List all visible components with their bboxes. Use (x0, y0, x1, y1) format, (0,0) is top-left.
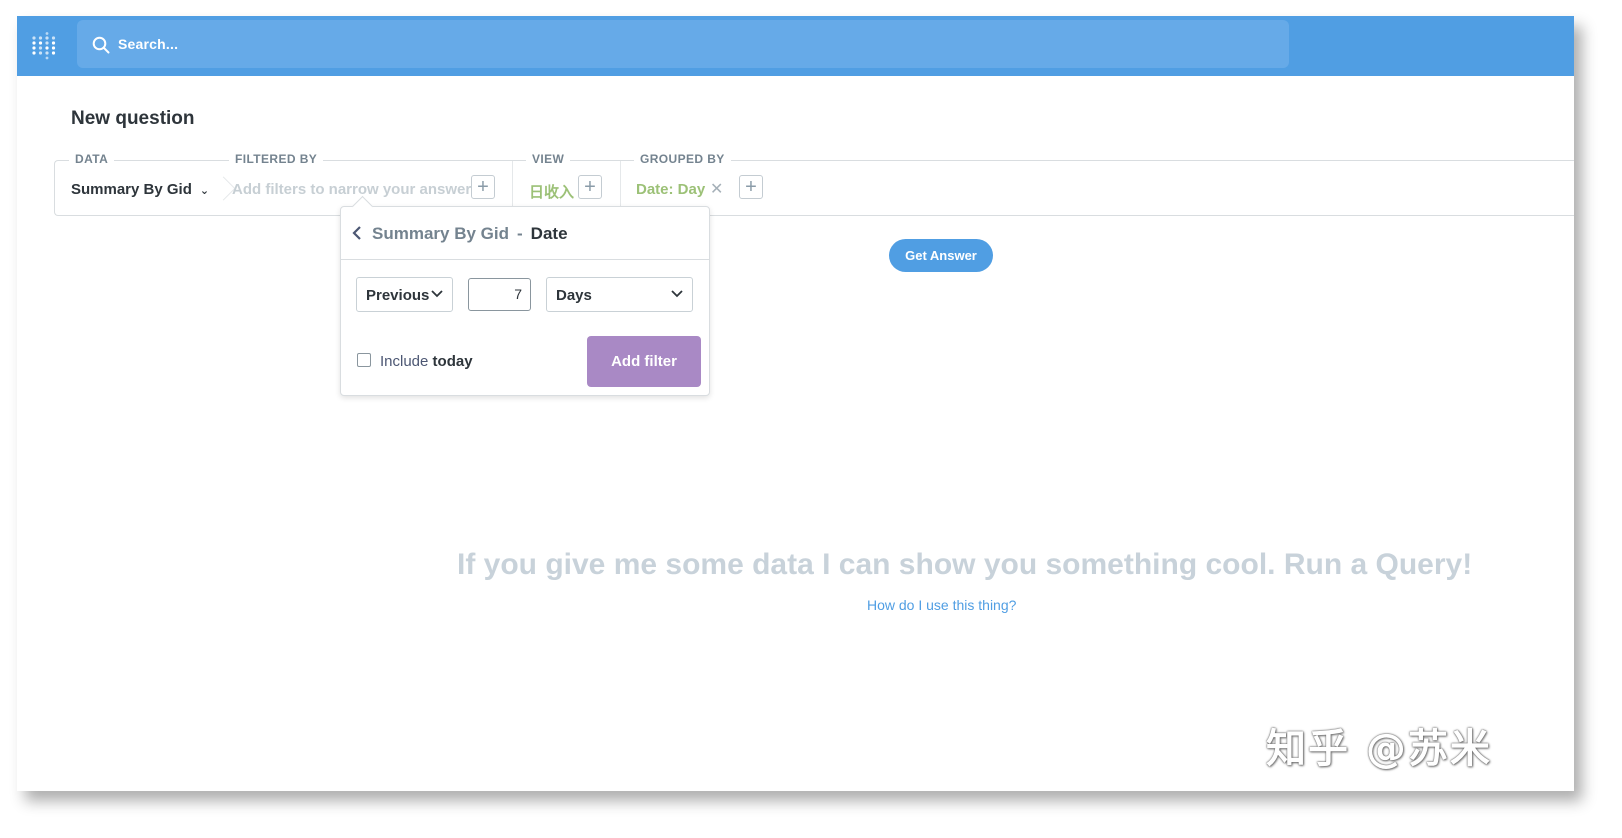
grouped-by-label: GROUPED BY (634, 152, 731, 166)
include-today-checkbox[interactable] (357, 353, 371, 367)
unit-select[interactable]: Days (546, 277, 693, 312)
popover-header: Summary By Gid - Date (341, 207, 709, 260)
page-title: New question (71, 108, 195, 129)
chevron-down-icon (671, 290, 683, 298)
view-value[interactable]: 日收入 (529, 181, 574, 202)
empty-state-message: If you give me some data I can show you … (457, 548, 1473, 581)
popover-separator: - (517, 224, 523, 243)
get-answer-button[interactable]: Get Answer (889, 239, 993, 272)
add-filter-plus-button[interactable]: + (471, 175, 495, 199)
popover-title: Summary By Gid - Date (372, 224, 568, 244)
group-by-value[interactable]: Date: Day (636, 181, 705, 198)
popover-table-name[interactable]: Summary By Gid (372, 224, 509, 243)
watermark-text: 知乎 @苏米 (1266, 726, 1492, 772)
view-label: VIEW (526, 152, 571, 166)
operator-value: Previous (366, 287, 430, 304)
include-today-label[interactable]: Include today (380, 353, 473, 370)
add-filter-button[interactable]: Add filter (587, 336, 701, 387)
data-source-label: Summary By Gid (71, 181, 192, 198)
add-grouping-plus-button[interactable]: + (739, 175, 763, 199)
data-label: DATA (69, 152, 115, 166)
metabase-logo-icon[interactable] (31, 32, 59, 60)
help-link[interactable]: How do I use this thing? (867, 597, 1016, 613)
top-navbar: Search... (17, 16, 1574, 76)
data-section: DATA Summary By Gid ⌄ (55, 152, 216, 215)
filter-label: FILTERED BY (229, 152, 324, 166)
query-builder: DATA Summary By Gid ⌄ FILTERED BY Add fil… (54, 152, 1574, 216)
include-today-bold: today (432, 353, 473, 370)
include-prefix: Include (380, 353, 429, 370)
search-icon (92, 36, 110, 54)
chevron-down-icon: ⌄ (199, 185, 210, 197)
popover-field-name: Date (530, 224, 568, 243)
unit-value: Days (556, 287, 592, 304)
search-bar[interactable]: Search... (77, 20, 1289, 68)
add-view-plus-button[interactable]: + (578, 175, 602, 199)
app-window: Search... New question DATA Summary By G… (17, 16, 1574, 791)
amount-input[interactable]: 7 (468, 278, 531, 311)
search-input[interactable]: Search... (118, 36, 178, 52)
date-filter-popover: Summary By Gid - Date Previous 7 Days Incl… (340, 195, 710, 396)
chevron-down-icon (431, 290, 443, 298)
filter-placeholder[interactable]: Add filters to narrow your answer (232, 181, 471, 198)
chevron-left-icon[interactable] (351, 226, 363, 240)
operator-select[interactable]: Previous (356, 277, 453, 312)
remove-group-close-icon[interactable]: ✕ (710, 179, 723, 199)
data-source-select[interactable]: Summary By Gid ⌄ (71, 181, 209, 198)
